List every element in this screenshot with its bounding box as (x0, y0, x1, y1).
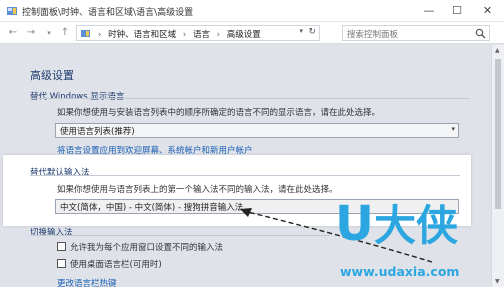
up-button[interactable]: ↑ (58, 26, 72, 40)
minimize-button[interactable]: — (415, 0, 443, 22)
breadcrumb-separator: › (98, 30, 102, 40)
divider (30, 175, 460, 176)
display-language-value: 使用语言列表(推荐) (60, 127, 135, 137)
input-method-value: 中文(简体，中国) - 中文(简体) - 搜狗拼音输入法 (60, 203, 244, 213)
window-title: 控制面板\时钟、语言和区域\语言\高级设置 (22, 8, 194, 18)
display-language-title: 替代 Windows 显示语言 (30, 92, 125, 102)
scroll-down-icon[interactable]: ▼ (495, 278, 500, 285)
divider (30, 235, 330, 236)
breadcrumb-item-language[interactable]: 语言 (193, 30, 210, 40)
desktop-language-bar-label[interactable]: 使用桌面语言栏(可用时) (70, 258, 162, 270)
watermark-logo-text: 大侠 (373, 201, 458, 250)
udaxia-logo: U大侠 (335, 192, 458, 253)
navigation-bar: ← → ▾ ↑ › 时钟、语言和区域 › 语言 › 高级设置 ▾ ↻ 搜索控制面… (0, 22, 504, 44)
divider (30, 98, 470, 99)
page-title: 高级设置 (30, 69, 74, 82)
title-bar: 控制面板\时钟、语言和区域\语言\高级设置 — ☐ ✕ (0, 0, 504, 22)
close-button[interactable]: ✕ (471, 0, 504, 22)
chevron-down-icon: ▾ (451, 125, 455, 133)
scroll-up-icon[interactable]: ▲ (495, 47, 500, 54)
control-panel-icon (7, 7, 17, 15)
scrollbar-thumb[interactable] (495, 59, 501, 209)
display-language-select[interactable]: 使用语言列表(推荐) ▾ (55, 123, 459, 138)
search-placeholder: 搜索控制面板 (347, 30, 399, 40)
search-icon[interactable] (475, 28, 486, 39)
vertical-scrollbar[interactable]: ▲ ▼ (491, 45, 504, 287)
watermark-logo-u: U (335, 196, 374, 252)
back-button[interactable]: ← (6, 26, 20, 40)
per-app-input-checkbox[interactable] (57, 242, 66, 251)
switch-input-title: 切换输入法 (30, 228, 73, 238)
per-app-input-label[interactable]: 允许我为每个应用窗口设置不同的输入法 (70, 241, 223, 253)
forward-button[interactable]: → (24, 26, 38, 40)
address-bar[interactable]: › 时钟、语言和区域 › 语言 › 高级设置 ▾ ↻ (76, 25, 320, 41)
search-input[interactable]: 搜索控制面板 (342, 25, 490, 41)
recent-locations-button[interactable]: ▾ (42, 26, 56, 40)
breadcrumb-separator: › (182, 30, 187, 40)
input-method-description: 如果你想使用与语言列表上的第一个输入法不同的输入法，请在此处选择。 (57, 185, 338, 195)
breadcrumb-separator: › (216, 30, 221, 40)
watermark-url: www.udaxia.com (340, 264, 460, 279)
display-language-description: 如果你想使用与安装语言列表中的顺序所确定的语言不同的显示语言，请在此处选择。 (57, 108, 381, 118)
change-hotkeys-link[interactable]: 更改语言栏热键 (57, 277, 117, 287)
refresh-icon[interactable]: ↻ (308, 27, 316, 37)
control-panel-icon (81, 30, 90, 37)
address-dropdown-icon[interactable]: ▾ (299, 27, 303, 35)
breadcrumb-item-clock-language-region[interactable]: 时钟、语言和区域 (108, 30, 176, 40)
maximize-button[interactable]: ☐ (443, 0, 471, 22)
breadcrumb: › 时钟、语言和区域 › 语言 › 高级设置 (94, 28, 261, 40)
input-method-title: 替代默认输入法 (30, 168, 90, 178)
breadcrumb-item-advanced-settings[interactable]: 高级设置 (227, 30, 261, 40)
desktop-language-bar-checkbox[interactable] (57, 259, 66, 268)
